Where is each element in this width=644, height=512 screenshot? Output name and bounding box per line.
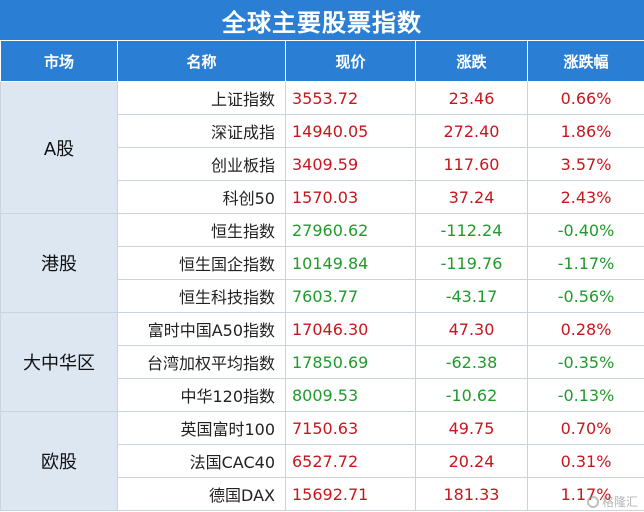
price-cell: 6527.72 — [285, 444, 416, 478]
index-name-cell: 恒生国企指数 — [117, 246, 286, 280]
change-pct-cell: 0.28% — [527, 312, 644, 346]
index-name-cell: 创业板指 — [117, 147, 286, 181]
index-name-cell: 上证指数 — [117, 81, 286, 115]
market-cell: A股 — [0, 81, 118, 214]
index-name-cell: 法国CAC40 — [117, 444, 286, 478]
change-pct-cell: -0.56% — [527, 279, 644, 313]
price-cell: 1570.03 — [285, 180, 416, 214]
watermark-logo-icon — [586, 495, 599, 508]
change-pct-cell: 0.66% — [527, 81, 644, 115]
change-cell: 117.60 — [415, 147, 528, 181]
price-cell: 15692.71 — [285, 477, 416, 511]
price-cell: 3553.72 — [285, 81, 416, 115]
change-pct-cell: 3.57% — [527, 147, 644, 181]
indices-table: 市场 名称 现价 涨跌 涨跌幅 A股 上证指数 3553.72 23.46 0.66% 深… — [0, 40, 644, 511]
change-cell: 181.33 — [415, 477, 528, 511]
change-pct-cell: 2.43% — [527, 180, 644, 214]
price-cell: 27960.62 — [285, 213, 416, 247]
index-name-cell: 英国富时100 — [117, 411, 286, 445]
index-name-cell: 富时中国A50指数 — [117, 312, 286, 346]
price-cell: 3409.59 — [285, 147, 416, 181]
price-cell: 7603.77 — [285, 279, 416, 313]
change-cell: 272.40 — [415, 114, 528, 148]
change-pct-cell: 0.31% — [527, 444, 644, 478]
change-pct-cell: 0.70% — [527, 411, 644, 445]
price-cell: 14940.05 — [285, 114, 416, 148]
market-cell: 港股 — [0, 213, 118, 313]
table-row: A股 上证指数 3553.72 23.46 0.66% — [0, 81, 644, 214]
index-name-cell: 科创50 — [117, 180, 286, 214]
index-name-cell: 中华120指数 — [117, 378, 286, 412]
watermark-text: 格隆汇 — [601, 495, 638, 509]
change-cell: 37.24 — [415, 180, 528, 214]
index-name-cell: 深证成指 — [117, 114, 286, 148]
page-title: 全球主要股票指数 — [0, 0, 644, 40]
index-name-cell: 德国DAX — [117, 477, 286, 511]
market-cell: 欧股 — [0, 411, 118, 511]
change-pct-cell: -0.13% — [527, 378, 644, 412]
header-name: 名称 — [117, 40, 286, 82]
price-cell: 8009.53 — [285, 378, 416, 412]
price-cell: 17046.30 — [285, 312, 416, 346]
change-cell: -119.76 — [415, 246, 528, 280]
change-cell: 20.24 — [415, 444, 528, 478]
index-name-cell: 恒生指数 — [117, 213, 286, 247]
table-row: 大中华区 富时中国A50指数 17046.30 47.30 0.28% — [0, 312, 644, 412]
change-pct-cell: -1.17% — [527, 246, 644, 280]
table-body: A股 上证指数 3553.72 23.46 0.66% 深证成指 14940.05 272.4… — [0, 81, 644, 511]
price-cell: 7150.63 — [285, 411, 416, 445]
table-row: 欧股 英国富时100 7150.63 49.75 0.70% — [0, 411, 644, 511]
change-cell: -112.24 — [415, 213, 528, 247]
price-cell: 10149.84 — [285, 246, 416, 280]
change-cell: 47.30 — [415, 312, 528, 346]
watermark: 格隆汇 — [586, 493, 638, 510]
market-cell: 大中华区 — [0, 312, 118, 412]
index-name-cell: 台湾加权平均指数 — [117, 345, 286, 379]
header-price: 现价 — [285, 40, 416, 82]
change-cell: -43.17 — [415, 279, 528, 313]
header-change-pct: 涨跌幅 — [527, 40, 644, 82]
table-row: 港股 恒生指数 27960.62 -112.24 -0.40% — [0, 213, 644, 313]
change-cell: -62.38 — [415, 345, 528, 379]
change-pct-cell: 1.86% — [527, 114, 644, 148]
table-header: 市场 名称 现价 涨跌 涨跌幅 — [0, 40, 644, 82]
stock-index-table-card: 全球主要股票指数 市场 名称 现价 涨跌 涨跌幅 A股 上证指数 3553.72 23… — [0, 0, 644, 512]
header-market: 市场 — [0, 40, 118, 82]
change-cell: 49.75 — [415, 411, 528, 445]
header-change: 涨跌 — [415, 40, 528, 82]
change-cell: 23.46 — [415, 81, 528, 115]
change-pct-cell: -0.35% — [527, 345, 644, 379]
index-name-cell: 恒生科技指数 — [117, 279, 286, 313]
price-cell: 17850.69 — [285, 345, 416, 379]
change-cell: -10.62 — [415, 378, 528, 412]
change-pct-cell: -0.40% — [527, 213, 644, 247]
